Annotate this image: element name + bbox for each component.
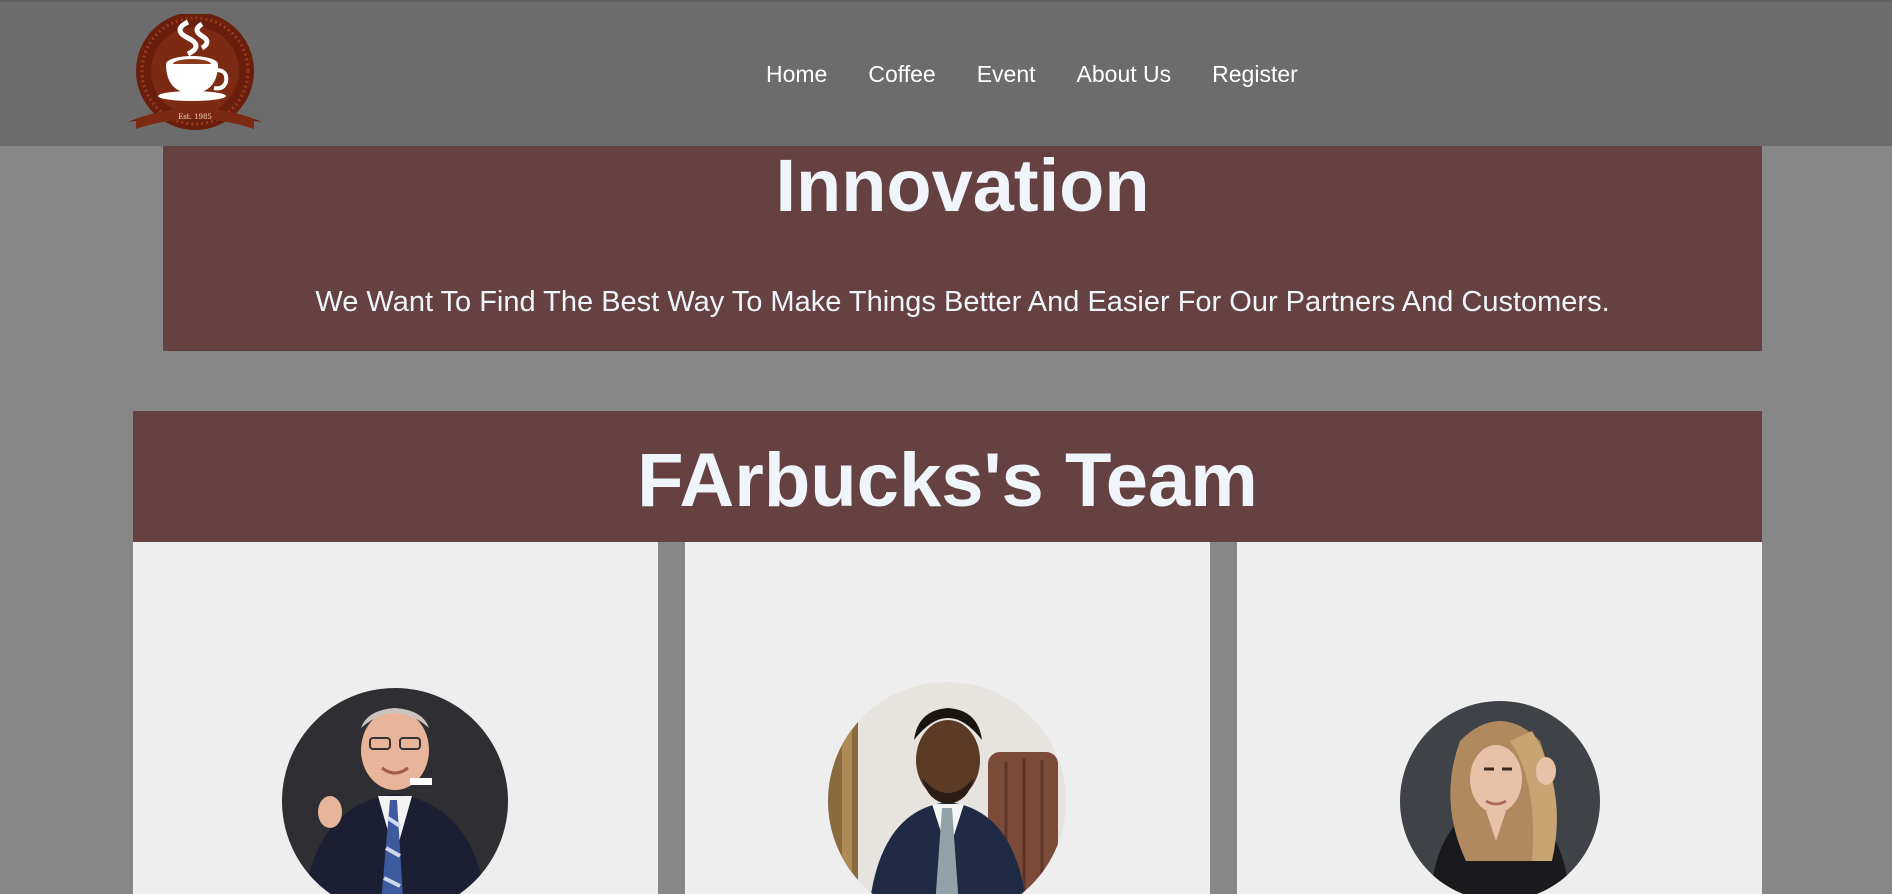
nav-link-event[interactable]: Event [977,60,1036,88]
innovation-section: Innovation We Want To Find The Best Way … [163,146,1762,351]
innovation-title: Innovation [775,144,1150,227]
navbar: Est. 1985 Home Coffee Event About Us Reg… [0,0,1892,146]
main-nav: Home Coffee Event About Us Register [766,60,1339,88]
logo-est-text: Est. 1985 [178,113,212,121]
team-header: FArbucks's Team [133,411,1762,542]
nav-link-about-us[interactable]: About Us [1077,60,1172,88]
innovation-text: We Want To Find The Best Way To Make Thi… [315,286,1610,318]
team-member-2-photo [828,682,1066,894]
team-member-1-photo [282,688,508,894]
team-card-1 [133,542,658,894]
team-title: FArbucks's Team [637,438,1258,523]
team-card-3 [1237,542,1762,894]
coffee-cup-logo[interactable]: Est. 1985 [124,12,266,136]
nav-link-register[interactable]: Register [1212,60,1298,88]
nav-link-coffee[interactable]: Coffee [868,60,935,88]
team-card-2 [685,542,1210,894]
logo-emblem: Est. 1985 [128,12,262,130]
nav-link-home[interactable]: Home [766,60,827,88]
team-member-3-photo [1400,701,1600,894]
